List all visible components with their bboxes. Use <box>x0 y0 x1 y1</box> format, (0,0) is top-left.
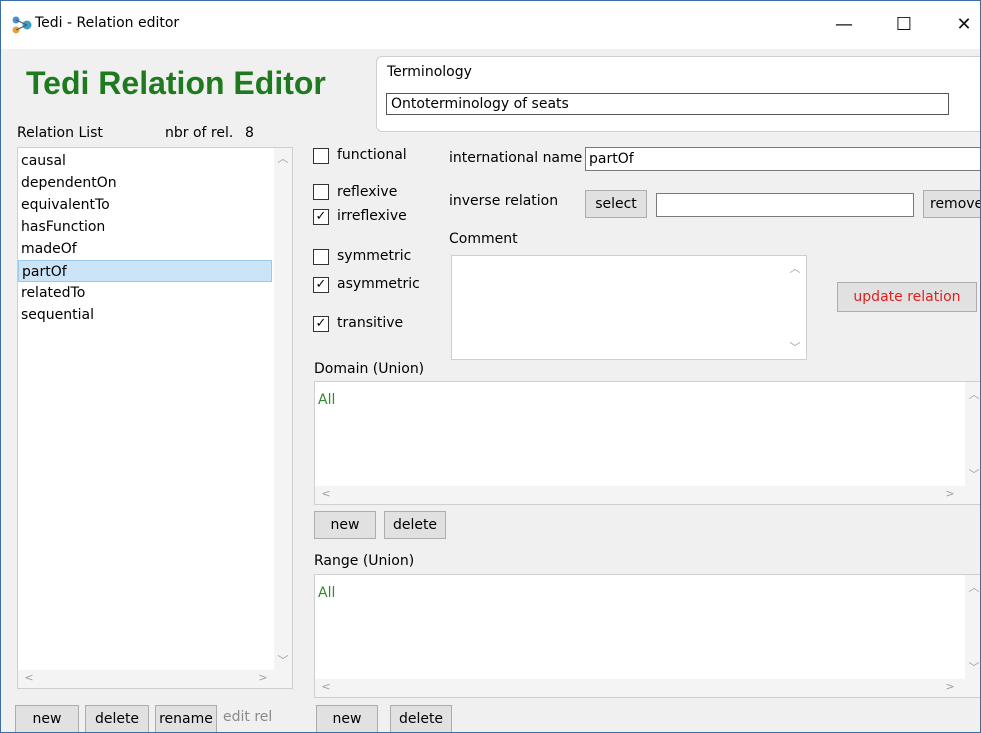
relation-count-value: 8 <box>245 125 254 141</box>
relation-list[interactable]: causal dependentOn equivalentTo hasFunction… <box>17 147 293 689</box>
comment-textarea[interactable]: ︿ ﹀ <box>451 255 807 360</box>
relation-count-label: nbr of rel. <box>165 125 234 141</box>
reflexive-label: reflexive <box>337 184 398 200</box>
relation-list-label: Relation List <box>17 125 103 141</box>
symmetric-checkbox[interactable] <box>313 249 329 265</box>
irreflexive-label: irreflexive <box>337 208 407 224</box>
relation-list-item[interactable]: hasFunction <box>18 216 272 238</box>
functional-label: functional <box>337 147 407 163</box>
relation-list-vscroll[interactable]: ︿ ﹀ <box>274 148 292 670</box>
range-new-button[interactable]: new <box>316 705 378 732</box>
relation-list-item[interactable]: relatedTo <box>18 282 272 304</box>
scroll-up-icon[interactable]: ︿ <box>965 579 980 595</box>
domain-delete-button[interactable]: delete <box>384 511 446 539</box>
range-label: Range (Union) <box>314 553 415 569</box>
new-relation-button[interactable]: new <box>15 705 79 732</box>
inverse-relation-label: inverse relation <box>449 193 559 209</box>
scroll-up-icon[interactable]: ︿ <box>965 386 980 402</box>
close-button[interactable]: ✕ <box>941 7 980 43</box>
scroll-down-icon[interactable]: ﹀ <box>965 659 980 675</box>
comment-scroll-down-icon[interactable]: ﹀ <box>786 339 804 355</box>
application-window: Tedi - Relation editor — ☐ ✕ Tedi Relati… <box>0 0 981 733</box>
relation-list-item[interactable]: dependentOn <box>18 172 272 194</box>
scroll-left-icon[interactable]: < <box>20 671 38 684</box>
title-bar: Tedi - Relation editor — ☐ ✕ <box>1 1 980 49</box>
relation-list-item[interactable]: partOf <box>18 260 272 282</box>
comment-label: Comment <box>449 231 518 247</box>
relation-items: causal dependentOn equivalentTo hasFunction… <box>18 150 272 326</box>
reflexive-checkbox[interactable] <box>313 184 329 200</box>
window-title: Tedi - Relation editor <box>35 15 180 31</box>
range-item[interactable]: All <box>318 585 335 601</box>
range-list[interactable]: All ︿ ﹀ < > <box>314 574 980 698</box>
international-name-label: international name <box>449 150 583 166</box>
select-inverse-button[interactable]: select <box>585 190 647 218</box>
domain-new-button[interactable]: new <box>314 511 376 539</box>
international-name-input[interactable]: partOf <box>585 147 980 171</box>
domain-item[interactable]: All <box>318 392 335 408</box>
range-delete-button[interactable]: delete <box>390 705 452 732</box>
maximize-button[interactable]: ☐ <box>881 7 927 43</box>
domain-vscroll[interactable]: ︿ ﹀ <box>965 382 980 486</box>
scroll-right-icon[interactable]: > <box>941 680 959 693</box>
minimize-button[interactable]: — <box>821 7 867 43</box>
relation-list-item[interactable]: madeOf <box>18 238 272 260</box>
relation-list-item[interactable]: equivalentTo <box>18 194 272 216</box>
delete-relation-button[interactable]: delete <box>85 705 149 732</box>
relation-list-item[interactable]: sequential <box>18 304 272 326</box>
app-logo-icon <box>12 16 32 34</box>
scroll-down-icon[interactable]: ﹀ <box>274 652 292 668</box>
terminology-label: Terminology <box>387 64 472 80</box>
scroll-right-icon[interactable]: > <box>941 487 959 500</box>
terminology-panel: Terminology Ontoterminology of seats <box>376 56 980 132</box>
remove-inverse-button[interactable]: remove <box>923 190 980 218</box>
app-title: Tedi Relation Editor <box>26 65 326 101</box>
scroll-up-icon[interactable]: ︿ <box>274 150 292 166</box>
domain-hscroll[interactable]: < > <box>315 486 980 504</box>
transitive-checkbox[interactable]: ✓ <box>313 316 329 332</box>
scroll-left-icon[interactable]: < <box>317 680 335 693</box>
asymmetric-label: asymmetric <box>337 276 420 292</box>
relation-list-hscroll[interactable]: < > <box>18 670 292 688</box>
transitive-label: transitive <box>337 315 404 331</box>
scroll-right-icon[interactable]: > <box>254 671 272 684</box>
irreflexive-checkbox[interactable]: ✓ <box>313 209 329 225</box>
scroll-down-icon[interactable]: ﹀ <box>965 466 980 482</box>
relation-list-item[interactable]: causal <box>18 150 272 172</box>
asymmetric-checkbox[interactable]: ✓ <box>313 277 329 293</box>
update-relation-button[interactable]: update relation <box>837 282 977 312</box>
range-vscroll[interactable]: ︿ ﹀ <box>965 575 980 679</box>
domain-label: Domain (Union) <box>314 361 425 377</box>
inverse-relation-field[interactable] <box>656 193 914 217</box>
terminology-field[interactable]: Ontoterminology of seats <box>386 93 949 115</box>
edit-relation-button[interactable]: edit rel <box>223 709 272 725</box>
domain-list[interactable]: All ︿ ﹀ < > <box>314 381 980 505</box>
comment-scroll-up-icon[interactable]: ︿ <box>786 260 804 276</box>
symmetric-label: symmetric <box>337 248 412 264</box>
scroll-left-icon[interactable]: < <box>317 487 335 500</box>
rename-relation-button[interactable]: rename <box>155 705 217 732</box>
functional-checkbox[interactable] <box>313 148 329 164</box>
range-hscroll[interactable]: < > <box>315 679 980 697</box>
